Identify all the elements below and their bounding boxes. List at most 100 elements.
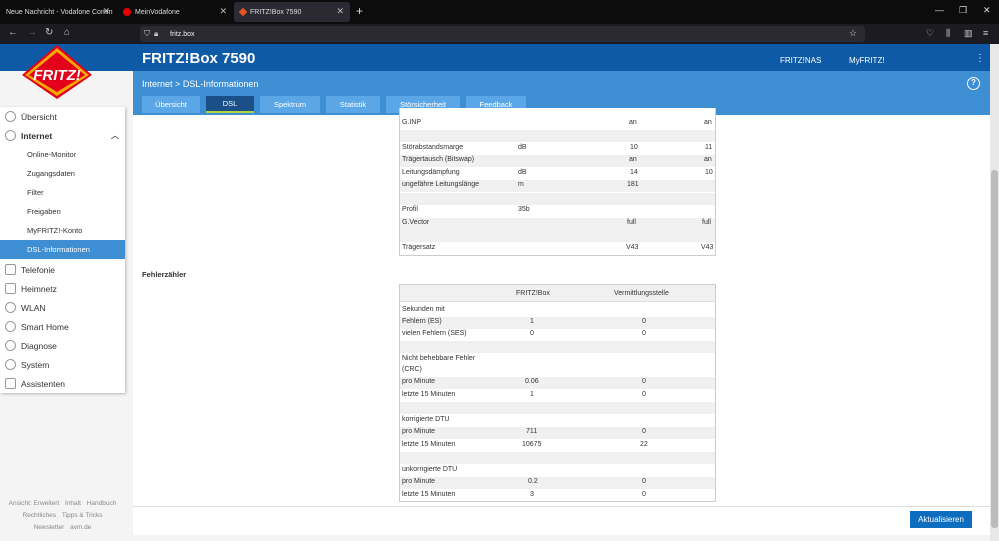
lock-icon[interactable]: 🔒︎: [154, 29, 158, 39]
column-header: FRITZ!Box: [516, 290, 550, 297]
table-row: (CRC): [402, 366, 422, 373]
tab-uebersicht[interactable]: Übersicht: [142, 96, 200, 113]
table-row: Profil 35b: [402, 206, 530, 213]
browser-tabbar: Neue Nachricht - Vodafone Comm ✕ MeinVod…: [0, 0, 999, 24]
window-close-icon[interactable]: ✕: [983, 5, 991, 16]
sidebar-item-internet[interactable]: Internet ︿: [0, 126, 125, 145]
forward-icon[interactable]: →: [27, 27, 37, 38]
more-menu-icon[interactable]: ⋮: [975, 53, 985, 64]
footer-link[interactable]: Newsletter: [34, 524, 65, 531]
action-bar: [133, 506, 990, 535]
url-text: fritz.box: [170, 30, 195, 38]
browser-navbar: ← → ↻ ⌂ ⛉ 🔒︎ fritz.box ☆ ♡ ⫼ ▥ ≡: [0, 24, 999, 44]
pocket-icon[interactable]: ♡: [926, 28, 934, 39]
sidebar-item-telefonie[interactable]: Telefonie: [0, 260, 125, 279]
sidebar-item-smart-home[interactable]: Smart Home: [0, 317, 125, 336]
table-row-spacer: [400, 130, 715, 142]
table-row-spacer: [400, 193, 715, 205]
breadcrumb-current: DSL-Informationen: [182, 79, 259, 89]
tab-statistik[interactable]: Statistik: [326, 96, 380, 113]
sidebar-item-filter[interactable]: Filter: [0, 183, 125, 202]
sidebar-icon[interactable]: ▥: [964, 28, 973, 39]
home-icon: [5, 111, 16, 122]
globe-icon: [5, 130, 16, 141]
sidebar-item-heimnetz[interactable]: Heimnetz: [0, 279, 125, 298]
new-tab-icon[interactable]: +: [356, 4, 363, 18]
maximize-icon[interactable]: ❐: [959, 5, 967, 16]
sidebar-item-wlan[interactable]: WLAN: [0, 298, 125, 317]
footer-link[interactable]: avm.de: [70, 524, 91, 531]
table-row-spacer: [400, 230, 715, 242]
tab-spektrum[interactable]: Spektrum: [260, 96, 320, 113]
table-row: letzte 15 Minuten 10675 22: [402, 441, 648, 448]
breadcrumb-parent[interactable]: Internet: [142, 79, 173, 89]
table-row: Trägertausch (Bitswap) an an: [400, 155, 715, 167]
refresh-button[interactable]: Aktualisieren: [910, 511, 972, 528]
sidebar-item-uebersicht[interactable]: Übersicht: [0, 107, 125, 126]
browser-tab-active[interactable]: FRITZ!Box 7590 ✕: [234, 2, 350, 22]
vodafone-icon: [123, 8, 131, 16]
close-icon[interactable]: ✕: [219, 6, 227, 17]
home-icon[interactable]: ⌂: [64, 27, 70, 38]
library-icon[interactable]: ⫼: [946, 28, 950, 39]
footer-link[interactable]: Tipps & Tricks: [62, 512, 103, 519]
footer-link[interactable]: Inhalt: [65, 500, 81, 507]
sidebar-item-zugangsdaten[interactable]: Zugangsdaten: [0, 164, 125, 183]
sidebar-item-assistenten[interactable]: Assistenten: [0, 374, 125, 393]
close-icon[interactable]: ✕: [102, 6, 110, 17]
sidebar-item-myfritz-konto[interactable]: MyFRITZ!-Konto: [0, 221, 125, 240]
table-row: ungefähre Leitungslänge m 181: [400, 180, 715, 192]
page-title: FRITZ!Box 7590: [142, 50, 256, 67]
table-row-spacer: [400, 402, 715, 414]
table-row: Trägersatz V43 V43: [402, 244, 714, 251]
logo-text: FRITZ!: [33, 67, 80, 84]
wizard-icon: [5, 378, 16, 389]
table-row: letzte 15 Minuten 1 0: [402, 391, 646, 398]
scrollbar-thumb[interactable]: [991, 170, 998, 528]
dsl-info-table: G.INP an an Störabstandsmarge dB 10 11 T…: [399, 108, 716, 256]
fritz-icon: [238, 7, 248, 17]
sidebar-footer: Ansicht: Erweitert Inhalt Handbuch Recht…: [0, 498, 125, 534]
table-row: Störabstandsmarge dB 10 11: [402, 144, 713, 151]
myfritz-link[interactable]: MyFRITZ!: [849, 56, 885, 65]
sidebar-item-online-monitor[interactable]: Online-Monitor: [0, 145, 125, 164]
back-icon[interactable]: ←: [8, 27, 18, 38]
table-row-spacer: [400, 452, 715, 464]
tab-title: MeinVodafone: [135, 8, 180, 16]
table-row: G.INP an an: [402, 119, 712, 126]
table-row: pro Minute 0.06 0: [400, 377, 715, 389]
sidebar-item-freigaben[interactable]: Freigaben: [0, 202, 125, 221]
close-icon[interactable]: ✕: [336, 6, 344, 17]
footer-link[interactable]: Handbuch: [87, 500, 117, 507]
menu-icon[interactable]: ≡: [983, 28, 988, 38]
url-bar[interactable]: ⛉ 🔒︎ fritz.box ☆: [140, 26, 865, 42]
tab-title: Neue Nachricht - Vodafone Comm: [6, 8, 113, 16]
shield-icon[interactable]: ⛉: [144, 29, 150, 39]
error-counter-table: FRITZ!Box Vermittlungsstelle Sekunden mi…: [399, 284, 716, 502]
section-title-fehlerzaehler: Fehlerzähler: [142, 270, 187, 279]
help-icon[interactable]: ?: [967, 77, 980, 90]
footer-link[interactable]: Rechtliches: [23, 512, 57, 519]
sidebar-item-dsl-informationen[interactable]: DSL-Informationen: [0, 240, 125, 259]
fritznas-link[interactable]: FRITZ!NAS: [780, 56, 821, 65]
table-row: G.Vector full full: [400, 218, 715, 230]
column-header: Vermittlungsstelle: [614, 290, 669, 297]
table-row: pro Minute 0.2 0: [400, 477, 715, 489]
browser-tab[interactable]: MeinVodafone ✕: [117, 2, 233, 22]
browser-tab[interactable]: Neue Nachricht - Vodafone Comm ✕: [0, 2, 116, 22]
table-row: Sekunden mit: [402, 306, 445, 313]
table-row: korrigierte DTU: [402, 416, 450, 423]
minimize-icon[interactable]: —: [935, 5, 944, 15]
table-row: Leitungsdämpfung dB 14 10: [402, 169, 713, 176]
tab-dsl[interactable]: DSL: [206, 96, 254, 113]
breadcrumb: Internet > DSL-Informationen: [142, 79, 258, 89]
sidebar: Übersicht Internet ︿ Online-Monitor Zuga…: [0, 107, 125, 393]
sidebar-item-system[interactable]: System: [0, 355, 125, 374]
footer-link[interactable]: Ansicht: Erweitert: [9, 500, 60, 507]
fritz-logo[interactable]: FRITZ!: [22, 45, 92, 99]
reload-icon[interactable]: ↻: [45, 27, 53, 38]
bookmark-star-icon[interactable]: ☆: [849, 28, 857, 39]
chevron-up-icon[interactable]: ︿: [111, 130, 119, 141]
phone-icon: [5, 264, 16, 275]
sidebar-item-diagnose[interactable]: Diagnose: [0, 336, 125, 355]
